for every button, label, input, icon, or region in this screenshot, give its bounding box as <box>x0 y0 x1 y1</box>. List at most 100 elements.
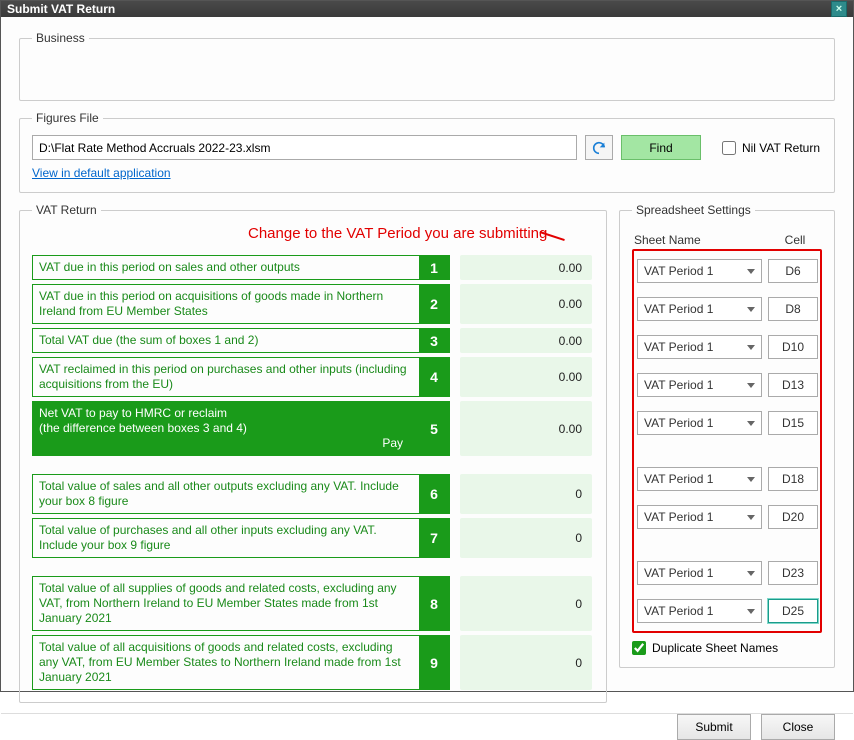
submit-button[interactable]: Submit <box>677 714 751 740</box>
cell-input[interactable] <box>768 297 818 321</box>
vat-value: 0.00 <box>460 255 592 280</box>
cell-input[interactable] <box>768 259 818 283</box>
vat-desc-text: Total value of sales and all other outpu… <box>33 475 419 513</box>
sheet-select[interactable]: VAT Period 1 <box>637 467 762 491</box>
find-button[interactable]: Find <box>621 135 701 160</box>
ss-legend: Spreadsheet Settings <box>632 203 755 217</box>
vat-value: 0 <box>460 576 592 631</box>
ss-row: VAT Period 1 <box>637 500 818 534</box>
vat-rows: VAT due in this period on sales and othe… <box>32 255 594 690</box>
vat-value: 0.00 <box>460 284 592 324</box>
vat-desc: Net VAT to pay to HMRC or reclaim(the di… <box>32 401 450 456</box>
nil-return-text: Nil VAT Return <box>742 141 820 155</box>
columns: VAT Return Change to the VAT Period you … <box>19 203 835 703</box>
window: Submit VAT Return × Business Figures Fil… <box>0 0 854 692</box>
vat-return-legend: VAT Return <box>32 203 101 217</box>
vat-box-number: 8 <box>419 577 449 630</box>
sheet-select[interactable]: VAT Period 1 <box>637 259 762 283</box>
footer: Submit Close <box>1 713 853 740</box>
ss-row: VAT Period 1 <box>637 462 818 496</box>
nil-return-checkbox[interactable] <box>722 141 736 155</box>
vat-desc: VAT reclaimed in this period on purchase… <box>32 357 450 397</box>
refresh-button[interactable] <box>585 135 613 160</box>
vat-box-number: 5 <box>419 402 449 455</box>
figures-group: Figures File Find Nil VAT Return View in… <box>19 111 835 193</box>
figures-legend: Figures File <box>32 111 103 125</box>
cell-input[interactable] <box>768 373 818 397</box>
annotation-text: Change to the VAT Period you are submitt… <box>248 225 547 242</box>
vat-desc: Total VAT due (the sum of boxes 1 and 2)… <box>32 328 450 353</box>
vat-desc: VAT due in this period on sales and othe… <box>32 255 450 280</box>
vat-row-6: Total value of sales and all other outpu… <box>32 474 594 514</box>
ss-row: VAT Period 1 <box>637 368 818 402</box>
duplicate-names-label[interactable]: Duplicate Sheet Names <box>632 641 822 655</box>
vat-value: 0 <box>460 635 592 690</box>
nil-return-label[interactable]: Nil VAT Return <box>722 141 820 155</box>
vat-desc: Total value of purchases and all other i… <box>32 518 450 558</box>
sheet-select[interactable]: VAT Period 1 <box>637 561 762 585</box>
vat-desc-text: Total value of all acquisitions of goods… <box>33 636 419 689</box>
sheet-name-header: Sheet Name <box>634 233 760 247</box>
vat-row-9: Total value of all acquisitions of goods… <box>32 635 594 690</box>
vat-box-number: 9 <box>419 636 449 689</box>
cell-input[interactable] <box>768 467 818 491</box>
vat-value: 0.00 <box>460 401 592 456</box>
sheet-select[interactable]: VAT Period 1 <box>637 599 762 623</box>
vat-row-8: Total value of all supplies of goods and… <box>32 576 594 631</box>
refresh-icon <box>591 140 607 156</box>
business-legend: Business <box>32 31 89 45</box>
vat-box-number: 3 <box>419 329 449 352</box>
figures-path-input[interactable] <box>32 135 577 160</box>
vat-desc: Total value of all supplies of goods and… <box>32 576 450 631</box>
close-icon[interactable]: × <box>831 1 847 17</box>
vat-row-3: Total VAT due (the sum of boxes 1 and 2)… <box>32 328 594 353</box>
vat-value: 0 <box>460 474 592 514</box>
vat-desc-text: VAT due in this period on sales and othe… <box>33 256 419 279</box>
cell-input[interactable] <box>768 561 818 585</box>
vat-desc-text: Total VAT due (the sum of boxes 1 and 2) <box>33 329 419 352</box>
sheet-select[interactable]: VAT Period 1 <box>637 373 762 397</box>
view-default-app-link[interactable]: View in default application <box>32 166 171 180</box>
pay-tag: Pay <box>382 436 403 451</box>
vat-desc: Total value of sales and all other outpu… <box>32 474 450 514</box>
vat-value: 0.00 <box>460 328 592 353</box>
vat-box-number: 4 <box>419 358 449 396</box>
vat-desc: VAT due in this period on acquisitions o… <box>32 284 450 324</box>
titlebar: Submit VAT Return × <box>1 1 853 17</box>
sheet-select[interactable]: VAT Period 1 <box>637 505 762 529</box>
business-group: Business <box>19 31 835 101</box>
vat-row-2: VAT due in this period on acquisitions o… <box>32 284 594 324</box>
cell-input[interactable] <box>768 505 818 529</box>
vat-box-number: 6 <box>419 475 449 513</box>
vat-desc-text: VAT reclaimed in this period on purchase… <box>33 358 419 396</box>
vat-desc-text: Net VAT to pay to HMRC or reclaim(the di… <box>33 402 419 455</box>
figures-row: Find Nil VAT Return <box>32 135 822 160</box>
vat-desc-text: VAT due in this period on acquisitions o… <box>33 285 419 323</box>
vat-row-5: Net VAT to pay to HMRC or reclaim(the di… <box>32 401 594 456</box>
vat-return-group: VAT Return Change to the VAT Period you … <box>19 203 607 703</box>
vat-row-4: VAT reclaimed in this period on purchase… <box>32 357 594 397</box>
sheet-select[interactable]: VAT Period 1 <box>637 335 762 359</box>
vat-box-number: 1 <box>419 256 449 279</box>
vat-box-number: 7 <box>419 519 449 557</box>
close-button[interactable]: Close <box>761 714 835 740</box>
vat-desc-text: Total value of all supplies of goods and… <box>33 577 419 630</box>
vat-desc-text: Total value of purchases and all other i… <box>33 519 419 557</box>
cell-input[interactable] <box>768 411 818 435</box>
window-title: Submit VAT Return <box>7 2 115 16</box>
vat-value: 0 <box>460 518 592 558</box>
cell-input[interactable] <box>768 335 818 359</box>
vat-box-number: 2 <box>419 285 449 323</box>
cell-input[interactable] <box>768 599 818 623</box>
ss-row: VAT Period 1 <box>637 292 818 326</box>
sheet-select[interactable]: VAT Period 1 <box>637 411 762 435</box>
spreadsheet-settings-group: Spreadsheet Settings Sheet Name Cell VAT… <box>619 203 835 668</box>
vat-row-1: VAT due in this period on sales and othe… <box>32 255 594 280</box>
ss-row: VAT Period 1 <box>637 330 818 364</box>
ss-row: VAT Period 1 <box>637 594 818 628</box>
duplicate-names-text: Duplicate Sheet Names <box>652 641 778 655</box>
duplicate-names-checkbox[interactable] <box>632 641 646 655</box>
sheet-select[interactable]: VAT Period 1 <box>637 297 762 321</box>
cell-header: Cell <box>770 233 820 247</box>
vat-value: 0.00 <box>460 357 592 397</box>
